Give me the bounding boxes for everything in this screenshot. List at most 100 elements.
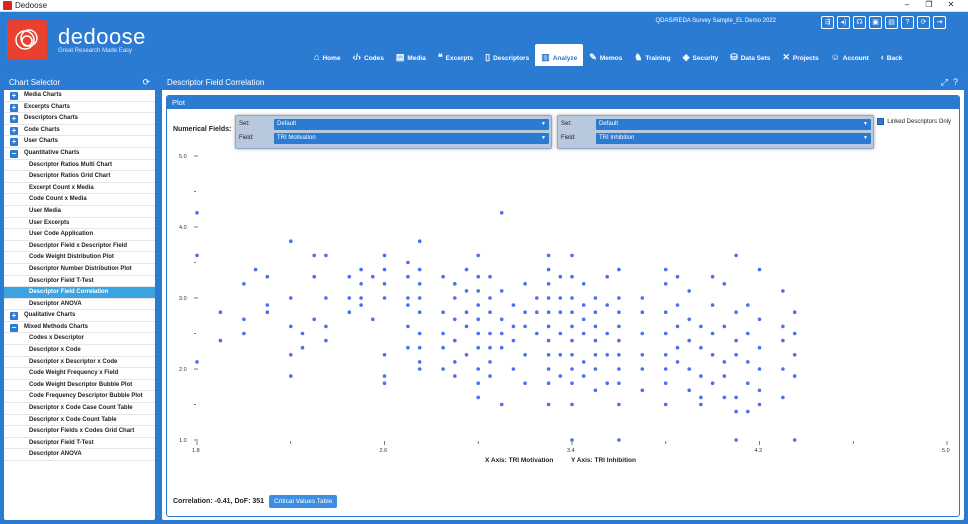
data-point xyxy=(593,353,598,357)
data-point xyxy=(640,367,645,371)
nav-training[interactable]: ♞ Training xyxy=(628,44,676,66)
nav-memos[interactable]: ✎ Memos xyxy=(583,44,628,66)
collapse-icon[interactable]: − xyxy=(10,323,18,332)
nav-projects[interactable]: ✕ Projects xyxy=(776,44,824,66)
chart-item[interactable]: Descriptor Ratios Multi Chart xyxy=(4,160,155,172)
chart-item[interactable]: Descriptor Field T-Test xyxy=(4,438,155,450)
nav-excerpts[interactable]: ❝ Excerpts xyxy=(432,44,479,66)
chart-item[interactable]: Code Weight Frequency x Field xyxy=(4,368,155,380)
nav-account[interactable]: ☺ Account xyxy=(825,44,875,66)
data-point xyxy=(570,367,574,371)
expand-icon[interactable]: + xyxy=(10,103,18,112)
x-field-dropdown[interactable]: TRI Motivation ▼ xyxy=(274,133,549,144)
close-icon[interactable]: ✕ xyxy=(940,0,962,9)
data-point xyxy=(746,381,750,386)
data-point xyxy=(382,381,387,386)
data-point xyxy=(663,381,668,386)
chart-item[interactable]: Code Weight Distribution Plot xyxy=(4,252,155,264)
nav-security[interactable]: ◈ Security xyxy=(677,44,725,66)
data-point xyxy=(640,353,645,357)
y-field-dropdown[interactable]: TRI Inhibition ▼ xyxy=(596,133,871,144)
chart-item[interactable]: User Media xyxy=(4,206,155,218)
data-point xyxy=(289,239,293,243)
nav-analyze[interactable]: ▥ Analyze xyxy=(535,44,584,66)
minimize-icon[interactable]: – xyxy=(896,0,918,9)
chart-item[interactable]: User Code Application xyxy=(4,229,155,241)
code-icon: ‹/› xyxy=(352,52,362,62)
data-point xyxy=(746,409,750,414)
data-point xyxy=(371,317,375,322)
chart-item[interactable]: Descriptor x Descriptor x Code xyxy=(4,357,155,369)
descriptor-icon: ▯ xyxy=(485,52,491,62)
chart-item[interactable]: Descriptor Fields x Codes Grid Chart xyxy=(4,426,155,438)
main-nav: ⌂ Home ‹/› Codes ▤ Media ❝ Excerpts ▯ Descriptors… xyxy=(308,44,908,66)
chart-item-label: Codes x Descriptor xyxy=(29,335,85,342)
chart-group[interactable]: + Code Charts xyxy=(4,125,155,137)
nav-back[interactable]: ‹ Back xyxy=(875,44,909,66)
chart-item[interactable]: Descriptor Field x Descriptor Field xyxy=(4,241,155,253)
expand-icon[interactable]: + xyxy=(10,115,18,124)
chart-item[interactable]: Descriptor x Code xyxy=(4,345,155,357)
chart-item[interactable]: Codes x Descriptor xyxy=(4,333,155,346)
chart-item[interactable]: Descriptor x Code Count Table xyxy=(4,415,155,427)
sync-icon[interactable]: ⟳ xyxy=(917,16,930,29)
chart-group[interactable]: + Media Charts xyxy=(4,90,155,102)
chart-group[interactable]: − Mixed Methods Charts xyxy=(4,322,155,334)
refresh-icon[interactable]: ⟳ xyxy=(142,77,150,88)
chart-item[interactable]: Code Frequency Descriptor Bubble Plot xyxy=(4,391,155,404)
help-circle-icon[interactable]: ? xyxy=(953,77,958,87)
help-icon[interactable]: ? xyxy=(901,16,914,29)
data-point xyxy=(675,303,680,307)
chart-item[interactable]: Descriptor Field Correlation xyxy=(4,287,155,299)
collapse-icon[interactable]: − xyxy=(10,149,18,158)
nav-home[interactable]: ⌂ Home xyxy=(308,44,347,66)
audio-icon[interactable]: ◂) xyxy=(837,16,850,29)
filter-icon[interactable]: ⇶ xyxy=(821,16,834,29)
chart-group[interactable]: + Excerpts Charts xyxy=(4,102,155,114)
restore-icon[interactable]: ❐ xyxy=(918,0,940,9)
chart-item[interactable]: Descriptor Number Distribution Plot xyxy=(4,264,155,276)
chart-item[interactable]: Descriptor Ratios Grid Chart xyxy=(4,171,155,183)
expand-icon[interactable]: + xyxy=(10,138,18,147)
logout-icon[interactable]: ⇥ xyxy=(933,16,946,29)
data-point xyxy=(312,317,316,322)
expand-icon[interactable]: + xyxy=(10,92,18,100)
chart-item[interactable]: Excerpt Count x Media xyxy=(4,183,155,195)
data-point xyxy=(581,374,586,378)
nav-label: Home xyxy=(322,55,341,62)
dedoose-logo[interactable] xyxy=(7,20,47,60)
chart-group[interactable]: + Descriptors Charts xyxy=(4,113,155,125)
data-point xyxy=(453,374,457,378)
nav-data-sets[interactable]: ⛁ Data Sets xyxy=(724,44,776,66)
nav-codes[interactable]: ‹/› Codes xyxy=(347,44,390,66)
linked-descriptors-toggle[interactable]: Linked Descriptors Only xyxy=(877,118,951,125)
critical-values-button[interactable]: Critical Values Table xyxy=(269,495,338,508)
chart-item[interactable]: Code Weight Descriptor Bubble Plot xyxy=(4,380,155,392)
expand-icon[interactable]: + xyxy=(10,126,18,135)
x-set-dropdown[interactable]: Default ▼ xyxy=(274,119,549,130)
chart-item[interactable]: Code Count x Media xyxy=(4,194,155,206)
chat-icon[interactable]: ▣ xyxy=(869,16,882,29)
linked-checkbox[interactable] xyxy=(877,118,885,125)
chart-group[interactable]: − Quantitative Charts xyxy=(4,148,155,160)
data-point xyxy=(453,282,457,286)
data-point xyxy=(371,274,375,279)
chart-item[interactable]: User Excerpts xyxy=(4,218,155,230)
y-set-dropdown[interactable]: Default ▼ xyxy=(596,119,871,130)
expand-icon[interactable]: + xyxy=(10,312,18,321)
chart-item[interactable]: Descriptor ANOVA xyxy=(4,449,155,461)
data-point xyxy=(476,381,481,386)
chart-item[interactable]: Descriptor ANOVA xyxy=(4,299,155,311)
data-point xyxy=(511,324,516,329)
chart-item[interactable]: Descriptor Field T-Test xyxy=(4,276,155,288)
nav-media[interactable]: ▤ Media xyxy=(390,44,432,66)
data-point xyxy=(476,274,481,279)
chart-group[interactable]: + Qualitative Charts xyxy=(4,310,155,322)
nav-descriptors[interactable]: ▯ Descriptors xyxy=(479,44,535,66)
message-icon[interactable]: ▤ xyxy=(885,16,898,29)
chart-group[interactable]: + User Charts xyxy=(4,136,155,148)
headset-icon[interactable]: ☊ xyxy=(853,16,866,29)
chart-item[interactable]: Descriptor x Code Case Count Table xyxy=(4,403,155,415)
expand-icon[interactable]: ⤢ xyxy=(941,77,948,87)
data-point xyxy=(382,353,387,357)
